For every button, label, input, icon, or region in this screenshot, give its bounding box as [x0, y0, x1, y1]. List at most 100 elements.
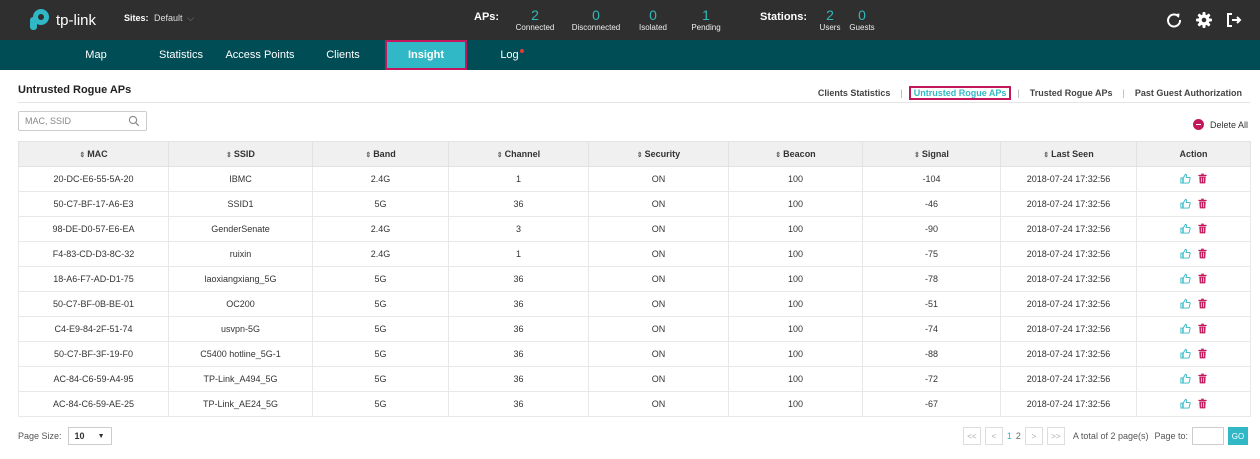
trust-thumbs-up-icon[interactable] — [1179, 348, 1191, 359]
table-row: F4-83-CD-D3-8C-32 ruixin 2.4G 1 ON 100 -75 2018… — [18, 241, 1251, 267]
trash-icon[interactable] — [1197, 373, 1208, 384]
cell-band: 5G — [312, 366, 449, 392]
page-total-text: A total of 2 page(s) — [1072, 431, 1149, 441]
cell-signal: -72 — [862, 366, 1001, 392]
table-row: 50-C7-BF-3F-19-F0 C5400 hotline_5G-1 5G 36 O… — [18, 341, 1251, 367]
delete-all-button[interactable]: Delete All — [1192, 119, 1248, 130]
trust-thumbs-up-icon[interactable] — [1179, 298, 1191, 309]
trust-thumbs-up-icon[interactable] — [1179, 373, 1191, 384]
cell-beacon: 100 — [728, 241, 863, 267]
cell-signal: -51 — [862, 291, 1001, 317]
subtab-clients-statistics[interactable]: Clients Statistics — [814, 87, 895, 99]
aps-pending-stat[interactable]: 1 Pending — [688, 8, 724, 33]
column-header-label: Last Seen — [1051, 149, 1094, 159]
refresh-button[interactable] — [1164, 10, 1184, 30]
table-row: 18-A6-F7-AD-D1-75 laoxiangxiang_5G 5G 36 ON 1… — [18, 266, 1251, 292]
go-button[interactable]: GO — [1228, 427, 1248, 445]
nav-item-log[interactable]: Log — [474, 40, 550, 70]
aps-disconnected-stat[interactable]: 0 Disconnected — [568, 8, 624, 33]
trash-icon[interactable] — [1197, 223, 1208, 234]
column-header-channel[interactable]: ⇕ Channel — [448, 141, 589, 167]
settings-button[interactable] — [1194, 10, 1214, 30]
page-number-1[interactable]: 1 — [1007, 431, 1012, 441]
nav-item-access-points[interactable]: Access Points — [220, 40, 300, 70]
trust-thumbs-up-icon[interactable] — [1179, 223, 1191, 234]
column-header-signal[interactable]: ⇕ Signal — [862, 141, 1001, 167]
cell-security: ON — [588, 341, 729, 367]
trash-icon[interactable] — [1197, 273, 1208, 284]
page-size-select[interactable]: 10 ▼ — [67, 427, 112, 445]
column-header-security[interactable]: ⇕ Security — [588, 141, 729, 167]
trust-thumbs-up-icon[interactable] — [1179, 323, 1191, 334]
trash-icon[interactable] — [1197, 398, 1208, 409]
cell-band: 5G — [312, 191, 449, 217]
tp-link-logo[interactable]: tp-link — [26, 8, 116, 32]
logout-icon — [1227, 13, 1242, 27]
cell-last-seen: 2018-07-24 17:32:56 — [1000, 391, 1137, 417]
cell-last-seen: 2018-07-24 17:32:56 — [1000, 166, 1137, 192]
nav-item-clients[interactable]: Clients — [308, 40, 378, 70]
cell-security: ON — [588, 291, 729, 317]
sites-label: Sites: — [124, 13, 149, 23]
cell-last-seen: 2018-07-24 17:32:56 — [1000, 291, 1137, 317]
search-input[interactable] — [25, 115, 125, 127]
stations-guests-stat[interactable]: 0 Guests — [846, 8, 878, 33]
column-header-beacon[interactable]: ⇕ Beacon — [728, 141, 863, 167]
sort-icon: ⇕ — [636, 152, 643, 159]
cell-beacon: 100 — [728, 316, 863, 342]
table-row: 50-C7-BF-17-A6-E3 SSID1 5G 36 ON 100 -46 2018-0… — [18, 191, 1251, 217]
cell-action — [1136, 191, 1251, 217]
logout-button[interactable] — [1224, 10, 1244, 30]
page-number-2[interactable]: 2 — [1016, 431, 1021, 441]
minus-circle-icon — [1192, 119, 1204, 130]
trash-icon[interactable] — [1197, 348, 1208, 359]
nav-item-statistics[interactable]: Statistics — [146, 40, 216, 70]
site-selector[interactable]: Sites: Default ⌵ — [124, 13, 194, 24]
trash-icon[interactable] — [1197, 298, 1208, 309]
trust-thumbs-up-icon[interactable] — [1179, 248, 1191, 259]
table-header-row: ⇕ MAC ⇕ SSID ⇕ Band ⇕ Channel ⇕ Security ⇕ Bea… — [18, 141, 1251, 167]
trash-icon[interactable] — [1197, 323, 1208, 334]
trust-thumbs-up-icon[interactable] — [1179, 198, 1191, 209]
next-page-button[interactable]: > — [1024, 427, 1043, 445]
cell-signal: -46 — [862, 191, 1001, 217]
trash-icon[interactable] — [1197, 248, 1208, 259]
cell-security: ON — [588, 191, 729, 217]
column-header-label: MAC — [87, 149, 108, 159]
subtab-untrusted-rogue-aps[interactable]: Untrusted Rogue APs — [908, 86, 1012, 100]
first-page-button[interactable]: << — [962, 427, 981, 445]
nav-item-insight[interactable]: Insight — [385, 40, 467, 70]
stat-number: 0 — [649, 7, 657, 23]
page-to-input[interactable] — [1192, 427, 1224, 445]
trash-icon[interactable] — [1197, 198, 1208, 209]
trust-thumbs-up-icon[interactable] — [1179, 273, 1191, 284]
subtab-past-guest-authorization[interactable]: Past Guest Authorization — [1131, 87, 1246, 99]
column-header-mac[interactable]: ⇕ MAC — [18, 141, 169, 167]
prev-page-button[interactable]: < — [984, 427, 1003, 445]
cell-channel: 36 — [448, 291, 589, 317]
search-icon[interactable] — [128, 115, 140, 127]
last-page-button[interactable]: >> — [1046, 427, 1065, 445]
cell-action — [1136, 166, 1251, 192]
cell-ssid: OC200 — [168, 291, 313, 317]
cell-mac: 18-A6-F7-AD-D1-75 — [18, 266, 169, 292]
aps-isolated-stat[interactable]: 0 Isolated — [634, 8, 672, 33]
aps-label: APs: — [474, 11, 500, 23]
column-header-ssid[interactable]: ⇕ SSID — [168, 141, 313, 167]
aps-connected-stat[interactable]: 2 Connected — [512, 8, 558, 33]
cell-mac: AC-84-C6-59-AE-25 — [18, 391, 169, 417]
column-header-last-seen[interactable]: ⇕ Last Seen — [1000, 141, 1137, 167]
cell-channel: 1 — [448, 166, 589, 192]
stations-users-stat[interactable]: 2 Users — [818, 8, 842, 33]
trust-thumbs-up-icon[interactable] — [1179, 173, 1191, 184]
nav-item-map[interactable]: Map — [56, 40, 136, 70]
trash-icon[interactable] — [1197, 173, 1208, 184]
trust-thumbs-up-icon[interactable] — [1179, 398, 1191, 409]
cell-action — [1136, 391, 1251, 417]
column-header-band[interactable]: ⇕ Band — [312, 141, 449, 167]
cell-mac: 20-DC-E6-55-5A-20 — [18, 166, 169, 192]
table-row: 50-C7-BF-0B-BE-01 OC200 5G 36 ON 100 -51 2018-0… — [18, 291, 1251, 317]
cell-mac: 50-C7-BF-17-A6-E3 — [18, 191, 169, 217]
subtab-trusted-rogue-aps[interactable]: Trusted Rogue APs — [1026, 87, 1117, 99]
table-row: AC-84-C6-59-AE-25 TP-Link_AE24_5G 5G 36 ON 10… — [18, 391, 1251, 417]
